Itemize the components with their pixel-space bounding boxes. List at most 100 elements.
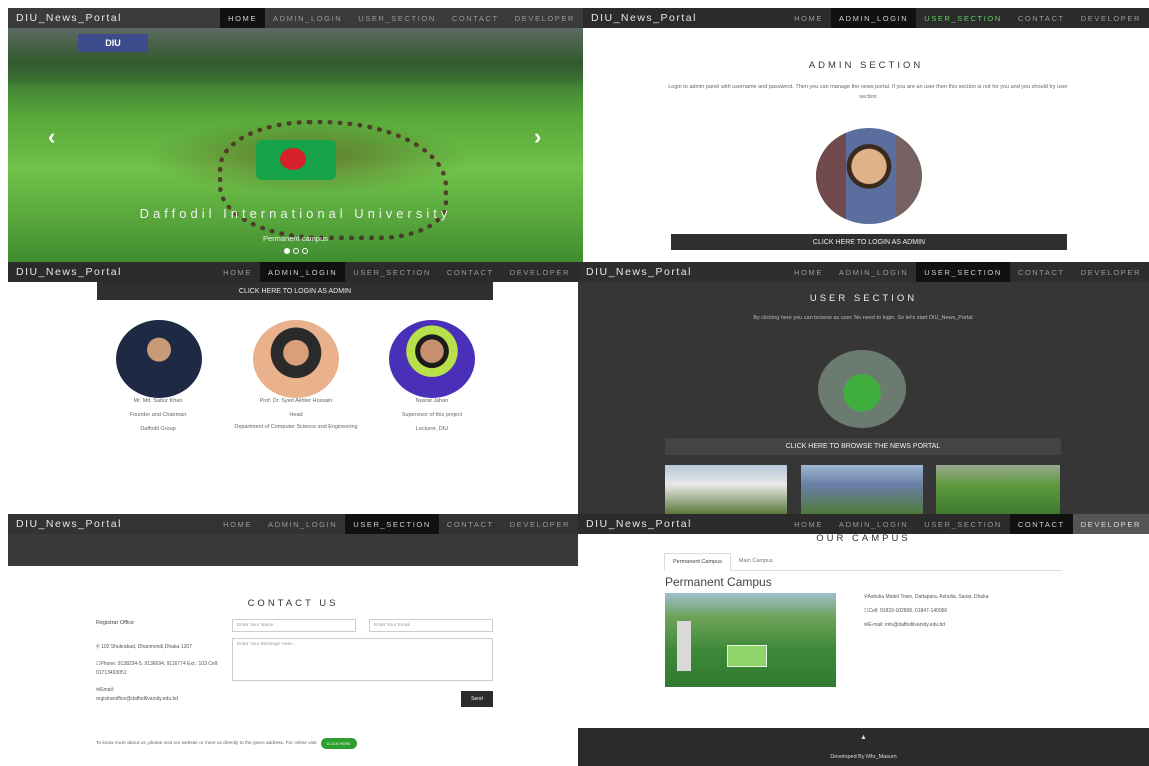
nav-contact[interactable]: CONTACT	[444, 8, 507, 28]
person-role: Supervisor of this project	[401, 412, 463, 418]
nav-admin-login[interactable]: ADMIN_LOGIN	[260, 262, 346, 282]
bangladesh-map-formation	[218, 120, 448, 240]
email-text[interactable]: registraroffice@daffodilvarsity.edu.bd	[96, 696, 178, 702]
nav-contact[interactable]: CONTACT	[1010, 262, 1073, 282]
campus-photo	[665, 593, 836, 687]
nav-home[interactable]: HOME	[786, 8, 831, 28]
contact-footer-text: To know more about us, please visit our …	[96, 741, 317, 746]
admin-description: Login to admin panel with username and p…	[668, 84, 1068, 100]
home-panel: DIU ‹ › Daffodil International Universit…	[8, 8, 583, 263]
name-input[interactable]: Enter Your Name	[232, 619, 356, 632]
brand-logo[interactable]: DIU_News_Portal	[8, 12, 220, 24]
campus-panel: DIU_News_Portal HOME ADMIN_LOGIN USER_SE…	[578, 514, 1149, 766]
send-button[interactable]: Send	[461, 691, 493, 707]
nav-home[interactable]: HOME	[215, 514, 260, 534]
carousel-prev-icon[interactable]: ‹	[48, 124, 55, 150]
nav-developer[interactable]: DEVELOPER	[1072, 514, 1149, 534]
person-avatar	[389, 320, 475, 398]
nav-contact[interactable]: CONTACT	[1009, 514, 1073, 534]
campus-cell-text: Cell: 01833-102806, 01847-140066	[868, 608, 948, 614]
office-phone: ☐Phone: 9138234-5, 9136694, 9116774 Ext.…	[96, 660, 231, 678]
contact-title: CONTACT US	[247, 598, 339, 609]
nav-menu: HOME ADMIN_LOGIN USER_SECTION CONTACT DE…	[215, 262, 578, 282]
nav-admin-login[interactable]: ADMIN_LOGIN	[831, 514, 916, 534]
nav-developer[interactable]: DEVELOPER	[1073, 8, 1149, 28]
campus-address: ⚲Ashulia Model Town, Dattapara, Ashulia,…	[864, 594, 988, 600]
location-icon: ⚲	[96, 644, 100, 650]
campus-building	[677, 621, 691, 671]
person-name: Mr. Md. Sabur Khan	[133, 398, 183, 404]
email-input[interactable]: Enter Your Email	[369, 619, 493, 632]
person-role: Founder and Chairman	[129, 412, 187, 418]
person-org: Daffodil Group	[140, 426, 176, 432]
nav-user-section[interactable]: USER_SECTION	[345, 514, 439, 534]
nav-user-section[interactable]: USER_SECTION	[916, 262, 1010, 282]
nav-developer[interactable]: DEVELOPER	[502, 262, 578, 282]
navbar: DIU_News_Portal HOME ADMIN_LOGIN USER_SE…	[578, 262, 1149, 282]
nav-home[interactable]: HOME	[786, 514, 831, 534]
site-footer: ▲ Developed By Mhr_Masum	[578, 728, 1149, 766]
admin-section-title: ADMIN SECTION	[808, 60, 924, 71]
admin-login-button[interactable]: CLICK HERE TO LOGIN AS ADMIN	[671, 234, 1067, 250]
nav-developer[interactable]: DEVELOPER	[502, 514, 578, 534]
nav-home[interactable]: HOME	[215, 262, 260, 282]
person-card: Nusrat Jahan Supervisor of this project …	[352, 394, 512, 436]
admin-login-button[interactable]: CLICK HERE TO LOGIN AS ADMIN	[97, 282, 493, 300]
campus-cell: ☐Cell: 01833-102806, 01847-140066	[864, 608, 947, 614]
brand-logo[interactable]: DIU_News_Portal	[8, 266, 215, 278]
nav-user-section[interactable]: USER_SECTION	[916, 514, 1010, 534]
nav-user-section[interactable]: USER_SECTION	[345, 262, 439, 282]
campus-heading: Permanent Campus	[665, 575, 772, 589]
contact-footer: To know more about us, please visit our …	[96, 738, 357, 749]
office-address: ⚲ 102 Shukrabad, Dhanmondi,Dhaka-1207	[96, 644, 231, 650]
carousel-dot[interactable]	[293, 248, 299, 254]
nav-home[interactable]: HOME	[220, 8, 266, 28]
browse-portal-button[interactable]: CLICK HERE TO BROWSE THE NEWS PORTAL	[665, 438, 1061, 455]
carousel-dot[interactable]	[302, 248, 308, 254]
campus-email-text: E-mail: info@daffodilvarsity.edu.bd	[868, 622, 946, 628]
news-thumbnail[interactable]	[936, 465, 1060, 514]
nav-admin-login[interactable]: ADMIN_LOGIN	[265, 8, 350, 28]
user-section-title: USER SECTION	[809, 293, 918, 304]
campus-address-text: Ashulia Model Town, Dattapara, Ashulia, …	[867, 594, 989, 600]
diu-building-sign: DIU	[78, 34, 148, 52]
nav-home[interactable]: HOME	[786, 262, 831, 282]
flag-formation	[256, 140, 336, 180]
brand-logo[interactable]: DIU_News_Portal	[578, 518, 786, 530]
hero-caption: Permanent campus	[262, 234, 329, 243]
nav-contact[interactable]: CONTACT	[439, 514, 502, 534]
back-to-top-icon[interactable]: ▲	[578, 734, 1149, 741]
nav-user-section[interactable]: USER_SECTION	[916, 8, 1010, 28]
nav-developer[interactable]: DEVELOPER	[507, 8, 583, 28]
message-textarea[interactable]: Enter Your Message Here...	[232, 638, 493, 681]
admin-avatar	[816, 128, 922, 224]
navbar: DIU_News_Portal HOME ADMIN_LOGIN USER_SE…	[8, 262, 578, 282]
visit-website-button[interactable]: CLICK HERE	[320, 738, 357, 749]
brand-logo[interactable]: DIU_News_Portal	[578, 266, 786, 278]
news-thumbnail[interactable]	[665, 465, 787, 514]
person-card: Mr. Md. Sabur Khan Founder and Chairman …	[78, 394, 238, 436]
news-thumbnail[interactable]	[801, 465, 923, 514]
campus-title: OUR CAMPUS	[816, 533, 911, 544]
nav-admin-login[interactable]: ADMIN_LOGIN	[831, 8, 917, 28]
carousel-next-icon[interactable]: ›	[534, 124, 541, 150]
brand-logo[interactable]: DIU_News_Portal	[583, 12, 786, 24]
hero-carousel: DIU ‹ › Daffodil International Universit…	[8, 28, 583, 263]
address-text: 102 Shukrabad, Dhanmondi,Dhaka-1207	[101, 644, 192, 650]
developer-credit: Developed By Mhr_Masum	[830, 754, 897, 760]
nav-user-section[interactable]: USER_SECTION	[350, 8, 444, 28]
nav-developer[interactable]: DEVELOPER	[1073, 262, 1149, 282]
nav-menu: HOME ADMIN_LOGIN USER_SECTION CONTACT DE…	[786, 8, 1149, 28]
carousel-dot[interactable]	[284, 248, 290, 254]
carousel-indicators	[284, 248, 308, 254]
nav-contact[interactable]: CONTACT	[439, 262, 502, 282]
brand-logo[interactable]: DIU_News_Portal	[8, 518, 215, 530]
tab-main-campus[interactable]: Main Campus	[731, 553, 781, 570]
nav-admin-login[interactable]: ADMIN_LOGIN	[260, 514, 345, 534]
nav-menu: HOME ADMIN_LOGIN USER_SECTION CONTACT DE…	[786, 262, 1149, 282]
person-avatar	[116, 320, 202, 398]
user-description: By clicking here you can browse as user.…	[753, 315, 973, 321]
nav-contact[interactable]: CONTACT	[1010, 8, 1073, 28]
tab-permanent-campus[interactable]: Permanent Campus	[664, 553, 731, 571]
nav-admin-login[interactable]: ADMIN_LOGIN	[831, 262, 916, 282]
